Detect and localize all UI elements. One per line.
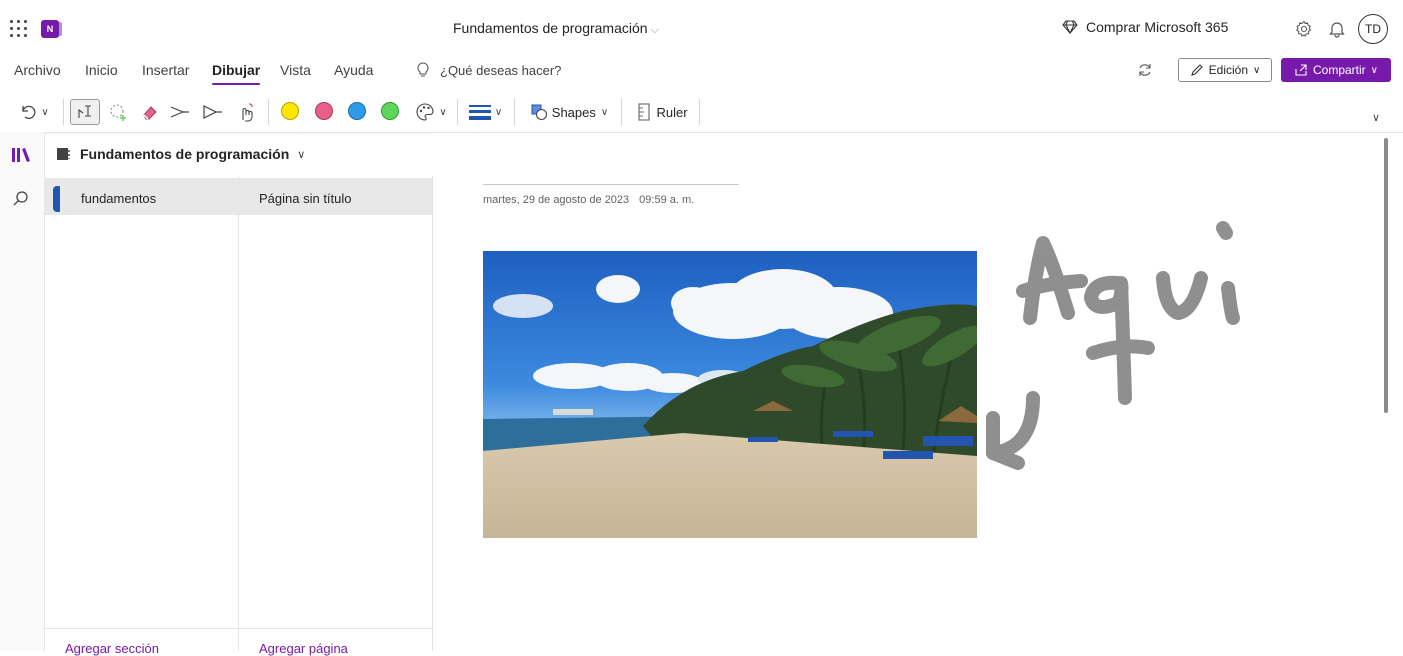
ruler-button[interactable]: Ruler [630, 99, 694, 125]
search-icon[interactable] [10, 188, 32, 210]
onenote-logo: N [41, 20, 62, 38]
ribbon-divider [621, 99, 622, 125]
ribbon-divider [514, 99, 515, 125]
lightbulb-icon [417, 62, 429, 77]
share-label: Compartir [1312, 63, 1366, 77]
tab-insertar[interactable]: Insertar [142, 62, 189, 78]
section-item-fundamentos[interactable]: fundamentos [44, 178, 238, 215]
ribbon-divider [457, 99, 458, 125]
diamond-icon [1062, 20, 1078, 35]
section-label: fundamentos [81, 191, 157, 206]
eraser-icon [143, 106, 157, 120]
pen-icon [170, 106, 189, 118]
user-avatar[interactable]: TD [1358, 14, 1388, 44]
lasso-select-icon [78, 105, 91, 118]
editing-mode-button[interactable]: Edición ∨ [1178, 58, 1272, 82]
tab-archivo[interactable]: Archivo [14, 62, 61, 78]
sync-icon[interactable] [1137, 62, 1153, 81]
tab-vista[interactable]: Vista [280, 62, 311, 78]
share-icon [1295, 64, 1307, 76]
chevron-down-icon: ∨ [41, 106, 49, 118]
pen-color-yellow[interactable] [281, 102, 299, 120]
pane-divider [239, 628, 432, 629]
page-date: martes, 29 de agosto de 2023 [483, 194, 630, 206]
lasso-select-button[interactable] [70, 99, 100, 125]
ruler-label: Ruler [656, 104, 688, 120]
pane-divider [44, 628, 238, 629]
edit-label: Edición [1208, 63, 1249, 77]
sections-pane: fundamentos Agregar sección [44, 176, 239, 656]
vertical-scrollbar[interactable] [1384, 138, 1388, 413]
tab-dibujar[interactable]: Dibujar [212, 62, 261, 85]
notebook-title-dropdown[interactable]: Fundamentos de programación ⌵ [453, 20, 659, 37]
shapes-button[interactable]: Shapes ∨ [524, 99, 614, 125]
tell-me-search[interactable]: ¿Qué deseas hacer? [416, 62, 561, 78]
color-palette-icon [416, 103, 434, 121]
shapes-label: Shapes [551, 104, 596, 120]
notebook-name: Fundamentos de programación [80, 146, 290, 162]
ribbon-divider [268, 99, 269, 125]
left-rail [0, 132, 45, 651]
tab-inicio[interactable]: Inicio [85, 62, 118, 78]
shapes-icon [531, 104, 547, 121]
ruler-icon [638, 103, 651, 121]
beach-photo[interactable] [483, 251, 977, 538]
chevron-down-icon: ∨ [494, 106, 503, 118]
ribbon-collapse-chevron-icon[interactable]: ∨ [1366, 104, 1386, 130]
pages-pane: Página sin título Agregar página [239, 176, 433, 656]
page-datetime: martes, 29 de agosto de 2023 09:59 a. m. [483, 194, 694, 206]
color-palette-button[interactable]: ∨ [411, 99, 451, 125]
pen-button[interactable] [167, 99, 193, 125]
ink-handwriting-drawing[interactable] [973, 203, 1273, 483]
pen-color-green[interactable] [381, 102, 399, 120]
buy-label: Comprar Microsoft 365 [1086, 19, 1229, 35]
lasso-add-button[interactable] [105, 99, 131, 125]
line-weight-icon [468, 105, 491, 120]
buy-microsoft-365-button[interactable]: Comprar Microsoft 365 [1062, 19, 1228, 35]
add-section-button[interactable]: Agregar sección [65, 641, 159, 656]
title-bar: N Fundamentos de programación ⌵ Comprar M… [0, 0, 1403, 56]
share-button[interactable]: Compartir ∨ [1281, 58, 1391, 82]
undo-icon [22, 105, 36, 120]
undo-button[interactable]: ∨ [14, 99, 54, 125]
search-hint-text: ¿Qué deseas hacer? [440, 62, 562, 78]
touch-draw-button[interactable] [233, 99, 259, 125]
page-title-underline [483, 184, 739, 185]
highlighter-button[interactable] [200, 99, 226, 125]
notebook-title: Fundamentos de programación [453, 20, 648, 36]
app-launcher-icon[interactable] [10, 20, 28, 38]
highlighter-icon [203, 105, 222, 119]
pen-color-pink[interactable] [315, 102, 333, 120]
page-canvas[interactable]: martes, 29 de agosto de 2023 09:59 a. m. [433, 133, 1403, 651]
settings-icon[interactable] [1294, 19, 1314, 39]
ribbon-divider [699, 99, 700, 125]
chevron-down-icon: ∨ [1370, 64, 1378, 76]
eraser-button[interactable] [138, 99, 162, 125]
section-color-tab [53, 186, 60, 212]
notebook-icon [57, 148, 70, 160]
add-page-button[interactable]: Agregar página [259, 641, 348, 656]
pen-color-blue[interactable] [348, 102, 366, 120]
pencil-icon [1190, 64, 1203, 76]
lasso-add-icon [110, 104, 126, 121]
tab-ayuda[interactable]: Ayuda [334, 62, 373, 78]
line-weight-button[interactable]: ∨ [463, 99, 507, 125]
page-label: Página sin título [259, 191, 352, 206]
ribbon-divider [63, 99, 64, 125]
chevron-down-icon: ∨ [600, 106, 609, 118]
notification-bell-icon[interactable] [1327, 19, 1347, 39]
chevron-down-icon: ⌵ [650, 24, 659, 36]
page-item-untitled[interactable]: Página sin título [239, 178, 432, 215]
notebooks-icon[interactable] [10, 144, 32, 166]
chevron-down-icon: ∨ [439, 106, 447, 118]
chevron-down-icon: ∨ [1253, 64, 1261, 76]
page-time: 09:59 a. m. [639, 194, 695, 206]
notebook-switcher[interactable]: Fundamentos de programación ∨ [44, 132, 432, 176]
chevron-down-icon: ∨ [297, 148, 306, 161]
touch-draw-icon [242, 103, 253, 122]
